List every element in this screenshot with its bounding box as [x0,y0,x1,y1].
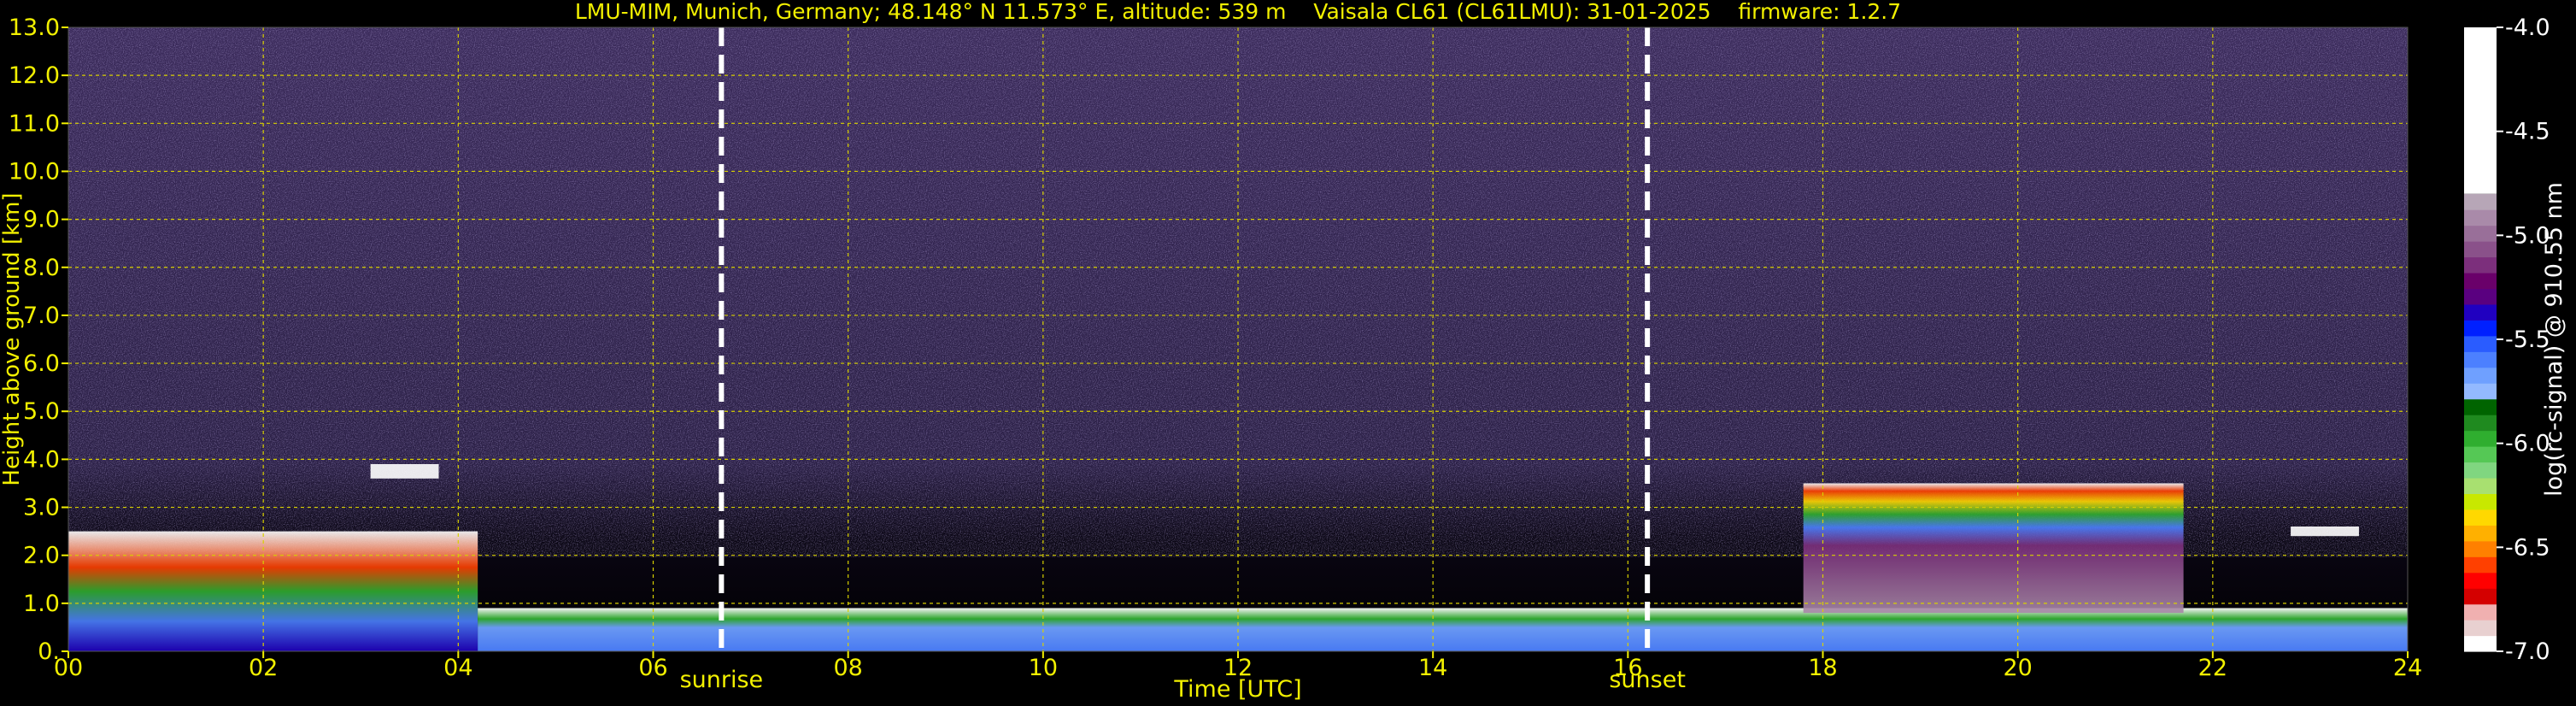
x-tick-label: 10 [1029,655,1058,681]
colorbar-label: log(rc-signal) @ 910.55 nm [2541,182,2567,497]
y-tick-label: 5.0 [23,398,60,425]
colorbar-band [2464,256,2497,274]
colorbar-tick-label: -6.5 [2505,534,2550,561]
colorbar-band [2464,209,2497,227]
feature-1 [478,608,2409,651]
y-tick-label: 3.0 [23,495,60,521]
feature-2 [1803,483,2184,614]
x-axis-label: Time [UTC] [1173,676,1301,703]
x-tick-label: 22 [2198,655,2227,681]
colorbar-band [2464,335,2497,352]
x-tick-label: 20 [2003,655,2032,681]
colorbar-band [2464,572,2497,589]
x-tick-label: 02 [249,655,278,681]
colorbar-band [2464,540,2497,557]
x-tick-label: 24 [2393,655,2422,681]
chart-title: LMU-MIM, Munich, Germany; 48.148° N 11.5… [575,0,1901,24]
sunset-label: sunset [1609,667,1686,693]
y-tick-label: 12.0 [9,62,60,89]
y-tick-label: 6.0 [23,350,60,377]
colorbar-band [2464,303,2497,321]
feature-4 [2291,527,2359,537]
x-tick-label: 08 [833,655,862,681]
colorbar-band [2464,367,2497,384]
colorbar-tick-label: -4.0 [2505,15,2550,41]
feature-0 [68,531,478,651]
sunrise-label: sunrise [680,667,764,693]
colorbar-band [2464,193,2497,210]
plot-area [67,26,2409,652]
y-tick-label: 2.0 [23,543,60,569]
colorbar-tick-label: -7.0 [2505,638,2550,665]
y-tick-label: 13.0 [9,15,60,41]
colorbar-band [2464,241,2497,258]
colorbar-band [2464,320,2497,337]
x-tick-label: 14 [1418,655,1447,681]
colorbar-band [2464,351,2497,368]
feature-3 [370,464,439,479]
x-tick-label: 04 [443,655,472,681]
y-tick-label: 9.0 [23,207,60,233]
colorbar-band [2464,603,2497,621]
colorbar-band [2464,620,2497,637]
colorbar-band [2464,272,2497,290]
y-tick-label: 1.0 [23,591,60,617]
ceilometer-chart: LMU-MIM, Munich, Germany; 48.148° N 11.5… [0,0,2567,703]
colorbar-band [2464,588,2497,605]
colorbar: -4.0-4.5-5.0-5.5-6.0-6.5-7.0 [2464,15,2550,665]
colorbar-band [2464,383,2497,400]
x-tick-label: 00 [54,655,83,681]
y-tick-label: 11.0 [9,110,60,137]
colorbar-band [2464,477,2497,495]
colorbar-band [2464,446,2497,463]
y-tick-label: 10.0 [9,158,60,185]
y-tick-label: 7.0 [23,303,60,329]
colorbar-band [2464,556,2497,574]
colorbar-band [2464,430,2497,447]
colorbar-band [2464,509,2497,526]
colorbar-band [2464,27,2497,194]
colorbar-band [2464,398,2497,415]
colorbar-band [2464,415,2497,432]
y-tick-label: 4.0 [23,446,60,473]
x-tick-label: 18 [1808,655,1837,681]
y-axis-label: Height above ground [km] [0,192,25,485]
x-tick-label: 06 [638,655,667,681]
colorbar-band [2464,525,2497,542]
colorbar-band [2464,462,2497,479]
colorbar-band [2464,635,2497,652]
colorbar-band [2464,225,2497,242]
colorbar-band [2464,493,2497,510]
colorbar-band [2464,288,2497,305]
colorbar-tick-label: -4.5 [2505,119,2550,145]
y-tick-label: 8.0 [23,255,60,281]
